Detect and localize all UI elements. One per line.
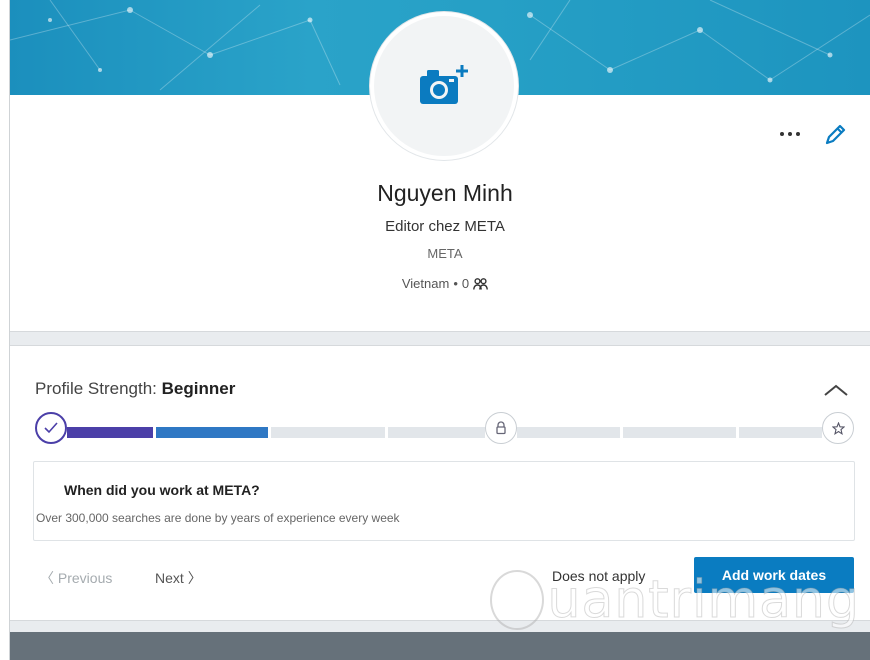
connections-count[interactable]: 0 — [462, 276, 469, 291]
suggestion-title: When did you work at META? — [64, 482, 260, 498]
pencil-icon[interactable] — [822, 122, 848, 148]
chevron-left-icon: 〈 — [40, 570, 54, 586]
lock-icon — [496, 421, 506, 435]
separator-dot: • — [453, 276, 458, 291]
profile-headline: Editor chez META — [385, 218, 505, 235]
meter-segment-empty — [739, 427, 822, 438]
profile-name: Nguyen Minh — [377, 180, 513, 206]
meter-segment-empty — [623, 427, 736, 438]
meter-star-node — [822, 412, 854, 444]
profile-company[interactable]: META — [10, 246, 870, 261]
meter-segment-filled — [67, 427, 153, 438]
meter-segment-empty — [388, 427, 485, 438]
suggestion-subtitle: Over 300,000 searches are done by years … — [36, 511, 400, 525]
chevron-right-icon: 〉 — [187, 570, 202, 586]
profile-top-card: Nguyen Minh Editor chez META META Vietna… — [10, 0, 870, 332]
people-icon — [473, 277, 489, 290]
meter-segment-empty — [517, 427, 620, 438]
meter-segment-filled — [156, 427, 268, 438]
does-not-apply-button[interactable]: Does not apply — [552, 568, 645, 584]
add-work-dates-button[interactable]: Add work dates — [694, 557, 854, 593]
next-label: Next — [155, 570, 184, 586]
previous-button[interactable]: 〈 Previous — [40, 568, 112, 588]
meter-start-node — [35, 412, 67, 444]
chevron-up-icon[interactable] — [822, 382, 850, 398]
profile-location: Vietnam — [401, 276, 450, 291]
left-frame-edge — [0, 0, 10, 660]
profile-photo-placeholder[interactable] — [370, 12, 518, 160]
profile-strength-meter — [35, 412, 855, 446]
camera-plus-icon — [420, 65, 468, 104]
profile-strength-card: Profile Strength: Beginner When did you … — [10, 345, 870, 621]
more-horizontal-icon — [780, 132, 784, 136]
meter-lock-node — [485, 412, 517, 444]
profile-strength-level: Beginner — [161, 379, 236, 398]
star-icon — [831, 421, 845, 435]
more-actions-button[interactable] — [774, 120, 806, 148]
check-icon — [44, 422, 58, 434]
previous-label: Previous — [57, 570, 113, 586]
profile-strength-label: Profile Strength: — [35, 379, 157, 398]
profile-location-line: Vietnam • 0 — [10, 276, 870, 291]
meter-segment-empty — [271, 427, 385, 438]
next-section-edge — [10, 632, 870, 660]
next-button[interactable]: Next 〉 — [155, 568, 202, 588]
profile-strength-heading: Profile Strength: Beginner — [35, 379, 235, 399]
suggestion-box: When did you work at META? Over 300,000 … — [33, 461, 855, 541]
